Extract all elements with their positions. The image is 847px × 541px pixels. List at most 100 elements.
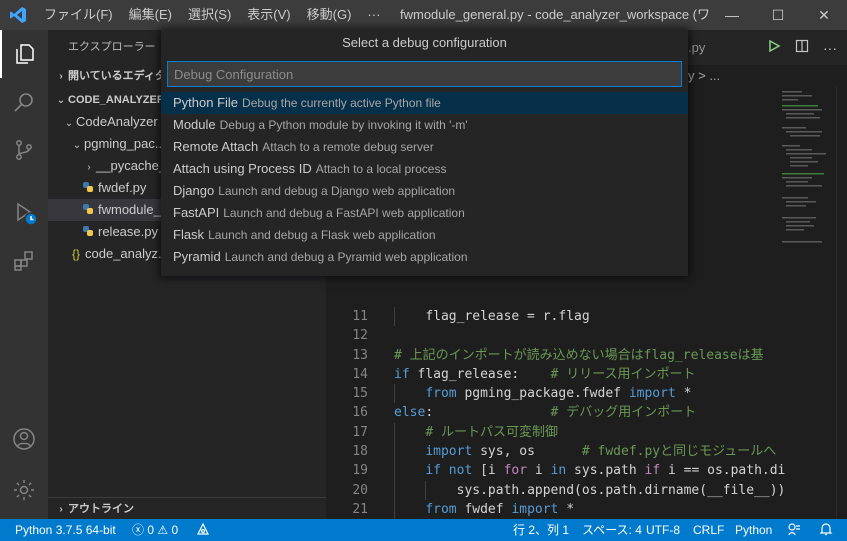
menu-more[interactable]: ···	[359, 0, 388, 30]
line-ending[interactable]: CRLF	[693, 519, 724, 541]
menu-bar: ファイル(F) 編集(E) 選択(S) 表示(V) 移動(G) ···	[36, 0, 388, 30]
code-line[interactable]: 12	[326, 326, 836, 345]
menu-file[interactable]: ファイル(F)	[36, 0, 121, 30]
line-number: 16	[352, 405, 368, 421]
language-mode[interactable]: Python	[735, 519, 772, 541]
breadcrumb[interactable]: y > ...	[688, 65, 720, 87]
cursor-position[interactable]: 行 2、列 1	[513, 519, 569, 541]
run-debug-icon[interactable]	[0, 189, 48, 237]
code-token: else	[394, 405, 426, 421]
quickpick-item-flask[interactable]: Flask Launch and debug a Flask web applic…	[161, 224, 688, 246]
item-label: Pyramid	[173, 249, 221, 264]
notifications-bell-icon[interactable]	[819, 519, 833, 541]
more-actions-icon[interactable]: ···	[823, 40, 837, 56]
tree-label: CodeAnalyzer	[76, 114, 158, 129]
code-line[interactable]: 21 from fwdef import *	[326, 499, 836, 520]
quickpick-item-django[interactable]: Django Launch and debug a Django web appl…	[161, 180, 688, 202]
item-label: Flask	[173, 227, 205, 242]
quickpick-item-module[interactable]: Module Debug a Python module by invoking …	[161, 114, 688, 136]
source-control-icon[interactable]	[0, 126, 48, 174]
quickpick-item-fastapi[interactable]: FastAPI Launch and debug a FastAPI web ap…	[161, 202, 688, 224]
code-line[interactable]: 11 flag_release = r.flag	[326, 307, 836, 327]
code-token: flag_release:	[409, 366, 551, 382]
run-file-icon[interactable]	[767, 39, 781, 56]
feedback-icon[interactable]	[787, 519, 801, 541]
line-number: 11	[352, 309, 368, 324]
item-description: Launch and debug a Django web applicatio…	[218, 184, 456, 198]
minimize-button[interactable]: —	[709, 0, 755, 30]
code-line[interactable]: 18 import sys, os # fwdef.pyと同じモジュールへ	[326, 442, 836, 462]
code-line[interactable]: 13 # 上記のインポートが読み込めない場合はflag_releaseは基	[326, 346, 836, 365]
chevron-right-icon: ›	[87, 162, 91, 173]
code-line[interactable]: 16 else: # デバッグ用インポート	[326, 403, 836, 422]
item-label: Remote Attach	[173, 139, 259, 154]
menu-selection[interactable]: 選択(S)	[180, 0, 239, 30]
item-label: Django	[173, 183, 215, 198]
quickpick-item-remote-attach[interactable]: Remote Attach Attach to a remote debug se…	[161, 136, 688, 158]
live-share-icon[interactable]	[196, 519, 210, 541]
tree-label: pgming_pac...	[84, 136, 166, 151]
quickpick-item-attach-pid[interactable]: Attach using Process ID Attach to a local…	[161, 158, 688, 180]
code-token: import	[425, 444, 473, 460]
account-icon[interactable]	[0, 415, 48, 463]
split-editor-icon[interactable]	[795, 39, 809, 56]
activity-bar	[0, 30, 48, 519]
chevron-right-icon: ›	[59, 504, 63, 515]
python-file-icon	[83, 204, 93, 214]
line-number: 18	[352, 444, 368, 460]
menu-view[interactable]: 表示(V)	[239, 0, 298, 30]
maximize-button[interactable]: ☐	[755, 0, 801, 30]
search-icon[interactable]	[0, 78, 48, 126]
outline-section[interactable]: › アウトライン	[48, 497, 326, 519]
code-line[interactable]: 17 # ルートパス可変制御	[326, 422, 836, 443]
warning-icon: ⚠	[157, 523, 169, 537]
code-token: if	[644, 463, 661, 479]
item-label: FastAPI	[173, 205, 220, 220]
problems-indicator[interactable]: ⓧ 0 ⚠ 0	[132, 519, 178, 541]
code-line[interactable]: 20 sys.path.append(os.path.dirname(__fil…	[326, 480, 836, 500]
chevron-down-icon: ⌄	[64, 118, 74, 129]
vscode-logo-icon	[0, 0, 36, 30]
editor-tab[interactable]: .py	[688, 30, 705, 65]
debug-config-quickpick: Select a debug configuration Python File…	[161, 30, 688, 276]
code-token: import	[628, 386, 676, 402]
error-icon: ⓧ	[132, 523, 145, 537]
code-line[interactable]: 19 if not [i for i in sys.path if i == o…	[326, 461, 836, 481]
code-token: from	[425, 386, 457, 402]
editor-scrollbar[interactable]	[836, 87, 847, 519]
quickpick-input[interactable]	[167, 61, 682, 87]
code-token: *	[558, 501, 575, 517]
settings-gear-icon[interactable]	[0, 466, 48, 514]
minimap[interactable]	[778, 87, 836, 287]
code-token: # ルートパス可変制御	[425, 424, 558, 440]
item-description: Attach to a local process	[315, 162, 447, 176]
close-button[interactable]: ✕	[801, 0, 847, 30]
menu-edit[interactable]: 編集(E)	[121, 0, 180, 30]
code-token: # fwdef.pyと同じモジュールへ	[581, 444, 777, 460]
python-interpreter[interactable]: Python 3.7.5 64-bit	[15, 519, 116, 541]
item-description: Attach to a remote debug server	[262, 140, 434, 154]
indent-guide	[394, 480, 395, 500]
window-title: fwmodule_general.py - code_analyzer_work…	[400, 7, 747, 22]
indentation[interactable]: スペース: 4	[582, 519, 642, 541]
indent-guide	[394, 461, 395, 481]
explorer-icon[interactable]	[0, 30, 48, 78]
item-description: Debug the currently active Python file	[242, 96, 441, 110]
encoding[interactable]: UTF-8	[646, 519, 680, 541]
indent-guide	[394, 384, 395, 404]
quickpick-item-python-file[interactable]: Python File Debug the currently active Py…	[161, 92, 688, 114]
code-line[interactable]: 15 from pgming_package.fwdef import *	[326, 384, 836, 404]
extensions-icon[interactable]	[0, 237, 48, 285]
quickpick-item-pyramid[interactable]: Pyramid Launch and debug a Pyramid web ap…	[161, 246, 688, 268]
code-lines[interactable]: 11 flag_release = r.flag 12 13 # 上記のインポートが読…	[326, 307, 836, 541]
line-number: 17	[352, 424, 368, 440]
indent-guide	[394, 422, 395, 443]
line-number: 19	[352, 463, 368, 479]
menu-go[interactable]: 移動(G)	[299, 0, 360, 30]
code-line[interactable]: 14 if flag_release: # リリース用インポート	[326, 365, 836, 384]
item-description: Launch and debug a Flask web application	[208, 228, 436, 242]
